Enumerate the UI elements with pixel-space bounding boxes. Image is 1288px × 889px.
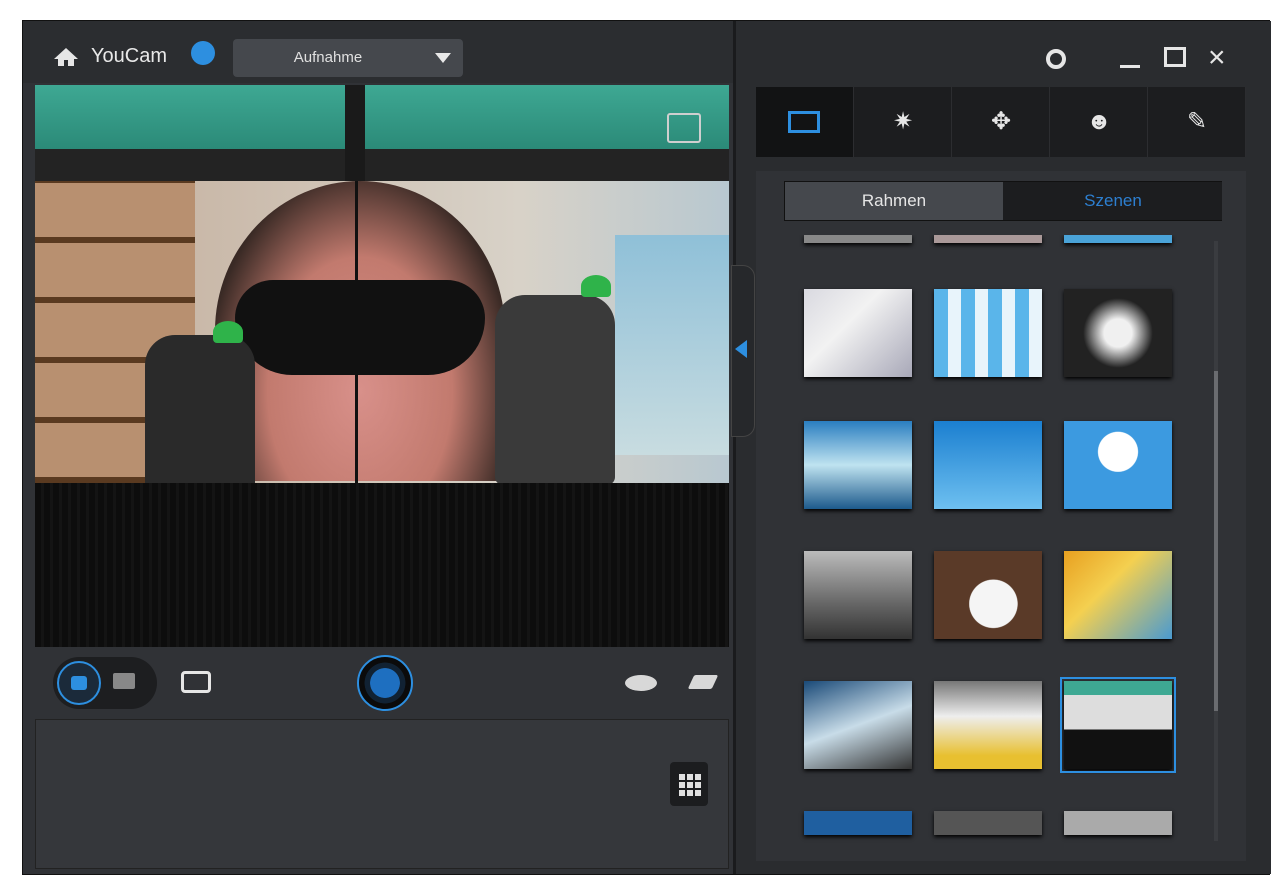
pen-icon: ✎ bbox=[1186, 108, 1208, 135]
effects-panel: × ✷ ✥ ☻ ✎ Rahmen Szenen bbox=[736, 21, 1271, 874]
tab-avatar[interactable]: ☻ bbox=[1050, 87, 1148, 157]
scene-thumbnail[interactable] bbox=[1064, 235, 1172, 243]
window-mullion bbox=[345, 85, 365, 181]
scene-thumbnail[interactable] bbox=[804, 811, 912, 835]
frame-icon bbox=[788, 111, 820, 133]
mode-dropdown[interactable]: Aufnahme bbox=[233, 39, 463, 77]
scene-wall-map bbox=[615, 235, 729, 455]
scene-thumbnail[interactable] bbox=[1064, 289, 1172, 377]
photo-icon[interactable] bbox=[57, 661, 101, 705]
frame-toggle-icon[interactable] bbox=[667, 113, 701, 143]
scene-thumbnail[interactable] bbox=[804, 421, 912, 509]
scene-thumbnail[interactable] bbox=[1064, 551, 1172, 639]
scene-thumbnail[interactable] bbox=[934, 289, 1042, 377]
minimize-icon[interactable] bbox=[1120, 65, 1140, 68]
home-icon[interactable] bbox=[53, 47, 79, 67]
scene-window-top bbox=[35, 85, 729, 149]
tab-distortion[interactable]: ✥ bbox=[952, 87, 1050, 157]
chevron-down-icon bbox=[435, 53, 451, 63]
segment-szenen[interactable]: Szenen bbox=[1004, 182, 1222, 220]
segment-rahmen[interactable]: Rahmen bbox=[785, 182, 1003, 220]
capture-controls bbox=[35, 651, 729, 713]
avatar-icon: ☻ bbox=[1086, 108, 1112, 135]
camera-preview bbox=[35, 85, 729, 647]
window-cleaner-right bbox=[495, 295, 615, 485]
window-divider bbox=[355, 181, 358, 483]
gear-icon[interactable] bbox=[1046, 49, 1066, 69]
scene-thumbnail-grid bbox=[756, 235, 1226, 861]
scene-thumbnail[interactable] bbox=[804, 235, 912, 243]
scene-thumbnail[interactable] bbox=[804, 681, 912, 769]
eraser-icon[interactable] bbox=[687, 675, 719, 689]
scene-thumbnail[interactable] bbox=[934, 551, 1042, 639]
app-title: YouCam bbox=[91, 45, 167, 67]
title-bar: YouCam Aufnahme bbox=[23, 21, 733, 83]
scene-thumbnail[interactable] bbox=[934, 681, 1042, 769]
grid-icon[interactable] bbox=[670, 762, 708, 806]
scrollbar[interactable] bbox=[1214, 241, 1218, 841]
helmet-left bbox=[213, 321, 243, 343]
youcam-window: YouCam Aufnahme × ✷ ✥ ☻ ✎ Rahmen Szenen bbox=[22, 20, 1271, 875]
maximize-icon[interactable] bbox=[1164, 47, 1186, 67]
panel-collapse-handle[interactable] bbox=[731, 265, 755, 437]
scene-band bbox=[35, 149, 729, 181]
scene-floor bbox=[35, 483, 729, 647]
frame-type-segment: Rahmen Szenen bbox=[784, 181, 1222, 221]
helmet-right bbox=[581, 275, 611, 297]
magic-wand-icon: ✷ bbox=[892, 108, 914, 135]
notification-bell-icon[interactable] bbox=[191, 41, 215, 65]
scene-thumbnail[interactable] bbox=[934, 811, 1042, 835]
effect-tabs: ✷ ✥ ☻ ✎ bbox=[756, 87, 1246, 157]
scrollbar-thumb[interactable] bbox=[1214, 371, 1218, 711]
video-icon[interactable] bbox=[113, 673, 135, 689]
close-icon[interactable]: × bbox=[1208, 43, 1226, 73]
mode-dropdown-label: Aufnahme bbox=[293, 49, 363, 66]
sunglasses bbox=[235, 280, 485, 375]
tab-particles[interactable]: ✷ bbox=[854, 87, 952, 157]
scene-thumbnail[interactable] bbox=[804, 551, 912, 639]
capture-mode-toggle bbox=[53, 657, 157, 709]
scene-thumbnail[interactable] bbox=[934, 235, 1042, 243]
eye-icon[interactable] bbox=[625, 675, 657, 691]
shutter-icon[interactable] bbox=[357, 655, 413, 711]
scene-thumbnail[interactable] bbox=[934, 421, 1042, 509]
tab-draw[interactable]: ✎ bbox=[1148, 87, 1246, 157]
scene-thumbnail[interactable] bbox=[804, 289, 912, 377]
tab-frames[interactable] bbox=[756, 87, 854, 157]
scene-thumbnail-selected[interactable] bbox=[1060, 677, 1176, 773]
add-photo-icon[interactable] bbox=[181, 671, 211, 693]
scene-thumbnail[interactable] bbox=[1064, 811, 1172, 835]
capture-panel: YouCam Aufnahme bbox=[23, 21, 733, 874]
collapse-arrow-icon bbox=[735, 340, 747, 358]
effects-content: Rahmen Szenen bbox=[756, 171, 1246, 861]
scene-thumbnail[interactable] bbox=[1064, 421, 1172, 509]
distortion-icon: ✥ bbox=[990, 108, 1012, 135]
media-tray bbox=[35, 719, 729, 869]
